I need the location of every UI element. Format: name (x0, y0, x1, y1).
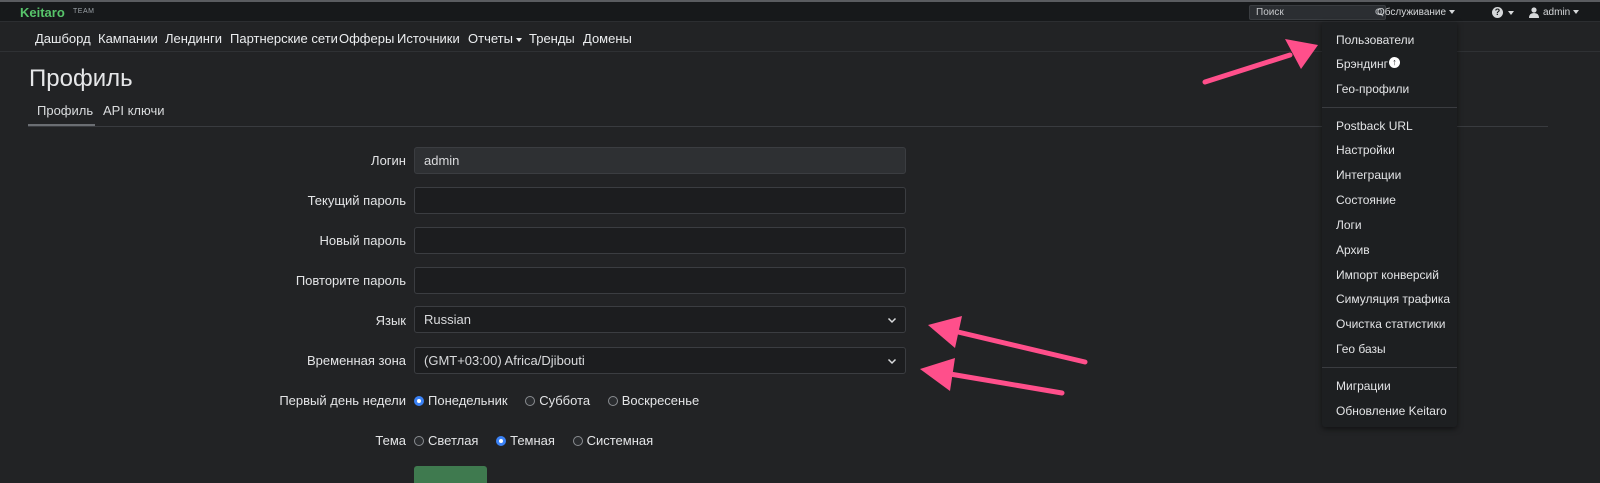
logo-subtitle: TEAM (73, 8, 95, 15)
service-menu[interactable]: Обслуживание (1377, 7, 1456, 18)
login-field[interactable] (414, 147, 906, 174)
menu-item-clear-stats[interactable]: Очистка статистики (1336, 317, 1445, 331)
tab-api-keys[interactable]: API ключи (103, 103, 164, 118)
radio-button[interactable] (607, 395, 618, 406)
radio-saturday[interactable]: Суббота (525, 393, 590, 408)
radio-label: Суббота (539, 393, 591, 408)
nav-item-affiliate-networks[interactable]: Партнерские сети (230, 31, 338, 46)
language-selected-value: Russian (424, 312, 471, 327)
menu-item-postback-url[interactable]: Postback URL (1336, 119, 1413, 133)
menu-item-geo-databases[interactable]: Гео базы (1336, 342, 1386, 356)
logo[interactable]: Keitaro (20, 5, 65, 20)
theme-label: Тема (375, 433, 406, 448)
tab-profile[interactable]: Профиль (37, 103, 93, 118)
menu-item-import-conversions[interactable]: Импорт конверсий (1336, 268, 1439, 282)
repeat-password-field[interactable] (414, 267, 906, 294)
service-dropdown-menu: Пользователи Брэндинг ↑ Гео-профили Postb… (1322, 22, 1457, 427)
radio-label: Системная (586, 433, 654, 448)
current-password-label: Текущий пароль (307, 193, 406, 208)
radio-button-checked[interactable] (496, 435, 507, 446)
menu-item-archive[interactable]: Архив (1336, 243, 1370, 257)
language-select[interactable]: Russian (414, 306, 906, 333)
user-menu[interactable]: admin (1543, 7, 1580, 18)
save-button[interactable] (414, 466, 487, 483)
menu-item-branding-label: Брэндинг (1336, 57, 1389, 71)
top-bar: Keitaro TEAM Обслуживание ? admin (0, 2, 1600, 22)
menu-item-status[interactable]: Состояние (1336, 193, 1396, 207)
timezone-selected-value: (GMT+03:00) Africa/Djibouti (424, 353, 585, 368)
radio-theme-dark[interactable]: Темная (496, 433, 555, 448)
nav-item-landings[interactable]: Лендинги (165, 31, 222, 46)
chevron-down-icon (887, 317, 897, 324)
help-icon[interactable]: ? (1492, 7, 1503, 18)
radio-label: Темная (510, 433, 555, 448)
nav-item-reports-label: Отчеты (468, 31, 513, 46)
active-tab-indicator (28, 124, 95, 126)
menu-divider (1322, 367, 1457, 368)
new-password-label: Новый пароль (319, 233, 406, 248)
menu-item-logs[interactable]: Логи (1336, 218, 1362, 232)
menu-item-branding[interactable]: Брэндинг ↑ (1336, 57, 1401, 71)
radio-button[interactable] (414, 435, 424, 446)
nav-item-trends[interactable]: Тренды (529, 31, 575, 46)
chevron-down-icon (515, 37, 522, 42)
menu-item-update-keitaro[interactable]: Обновление Keitaro (1336, 404, 1447, 418)
chevron-down-icon (887, 358, 897, 365)
radio-label: Воскресенье (621, 393, 700, 408)
radio-theme-light[interactable]: Светлая (414, 433, 478, 448)
nav-item-domains[interactable]: Домены (583, 31, 632, 46)
menu-item-settings[interactable]: Настройки (1336, 143, 1395, 157)
nav-item-sources[interactable]: Источники (397, 31, 460, 46)
timezone-label: Временная зона (307, 353, 406, 368)
nav-item-offers[interactable]: Офферы (339, 31, 394, 46)
menu-divider (1322, 107, 1457, 108)
profile-tabs: Профиль API ключи (28, 97, 1548, 127)
radio-button-checked[interactable] (414, 395, 424, 406)
radio-sunday[interactable]: Воскресенье (607, 393, 700, 408)
chevron-down-icon (1573, 10, 1580, 15)
chevron-down-icon (1449, 10, 1456, 15)
current-password-field[interactable] (414, 187, 906, 214)
theme-radio-group: Светлая Темная Системная (414, 433, 667, 448)
nav-item-dashboard[interactable]: Дашборд (35, 31, 91, 46)
user-icon (1529, 7, 1539, 18)
arrow-to-language (928, 316, 1088, 365)
login-label: Логин (371, 153, 406, 168)
first-day-label: Первый день недели (279, 393, 406, 408)
chevron-down-icon (1508, 11, 1514, 15)
nav-item-campaigns[interactable]: Кампании (98, 31, 158, 46)
nav-item-reports[interactable]: Отчеты (468, 31, 522, 46)
radio-button[interactable] (525, 395, 536, 406)
radio-theme-system[interactable]: Системная (572, 433, 654, 448)
radio-label: Понедельник (428, 393, 508, 408)
repeat-password-label: Повторите пароль (295, 273, 406, 288)
service-menu-label: Обслуживание (1377, 7, 1447, 18)
arrow-to-timezone (920, 358, 1065, 396)
menu-item-users[interactable]: Пользователи (1336, 33, 1414, 47)
language-label: Язык (375, 313, 406, 328)
timezone-select[interactable]: (GMT+03:00) Africa/Djibouti (414, 347, 906, 374)
first-day-radio-group: Понедельник Суббота Воскресенье (414, 393, 713, 408)
search-input[interactable] (1249, 5, 1386, 20)
menu-item-integrations[interactable]: Интеграции (1336, 168, 1401, 182)
menu-item-geo-profiles[interactable]: Гео-профили (1336, 82, 1409, 96)
new-password-field[interactable] (414, 227, 906, 254)
radio-monday[interactable]: Понедельник (414, 393, 508, 408)
menu-item-traffic-simulation[interactable]: Симуляция трафика (1336, 292, 1450, 306)
page-title: Профиль (29, 65, 133, 92)
upgrade-arrow-icon: ↑ (1389, 57, 1401, 68)
radio-button[interactable] (572, 435, 583, 446)
menu-item-migrations[interactable]: Миграции (1336, 379, 1391, 393)
user-menu-label: admin (1543, 7, 1571, 18)
radio-label: Светлая (428, 433, 479, 448)
